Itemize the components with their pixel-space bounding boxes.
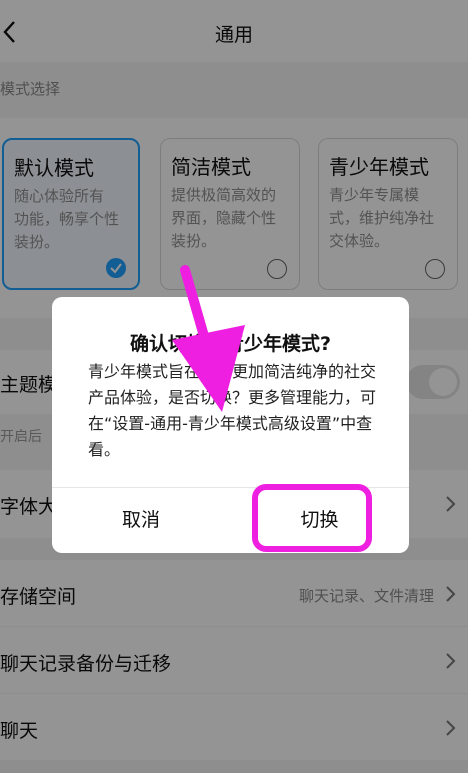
dialog-title: 确认切换到青少年模式? bbox=[129, 333, 332, 355]
cancel-button[interactable]: 取消 bbox=[52, 505, 230, 532]
dialog-body: 青少年模式旨在提供更加简洁纯净的社交产品体验，是否切换？更多管理能力，可在“设置… bbox=[88, 362, 377, 459]
annotation-highlight-box bbox=[252, 484, 372, 552]
